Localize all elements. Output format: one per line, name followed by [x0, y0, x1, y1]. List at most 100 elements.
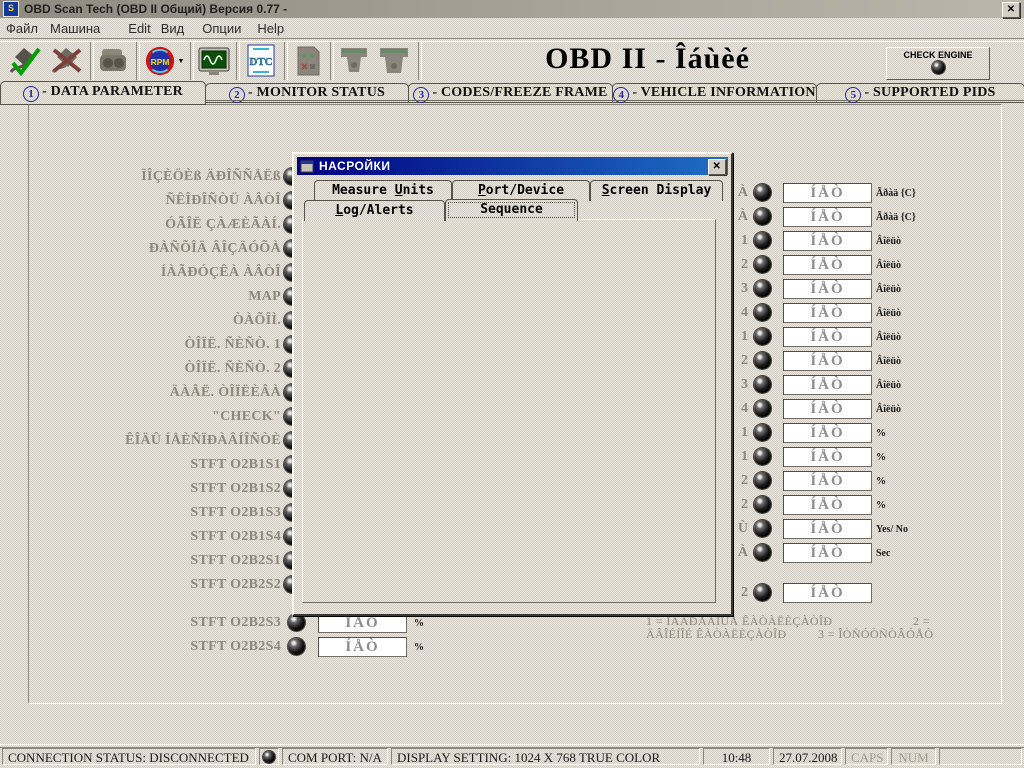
- main-tab-1[interactable]: 1- DATA PARAMETER: [0, 81, 206, 105]
- param-value-box: ÍÅÒ: [783, 183, 872, 203]
- param-unit: Âîëüò: [876, 332, 901, 343]
- connect-button[interactable]: [4, 42, 46, 80]
- rpm-dropdown-arrow[interactable]: ▼: [178, 57, 185, 65]
- status-date: 27.07.2008: [773, 748, 842, 765]
- param-led-icon: [754, 544, 771, 561]
- connection-led-icon: [263, 751, 275, 763]
- param-label: STFT O2B2S4: [30, 639, 281, 655]
- param-value-box: ÍÅÒ: [783, 519, 872, 539]
- param-unit: Ãðàä {C}: [876, 212, 916, 223]
- connector-a-icon: [337, 44, 371, 78]
- menu-item-5[interactable]: Опции: [202, 18, 241, 39]
- record-button[interactable]: [94, 42, 134, 80]
- window-close-button[interactable]: ✕: [1002, 2, 1020, 18]
- param-led-icon: [754, 496, 771, 513]
- tab-port-device[interactable]: Port/Device: [452, 180, 590, 201]
- dialog-title: НАСРОЙКИ: [319, 159, 390, 173]
- param-label: ÑÊÎÐÎÑÒÜ ÀÂÒÎ: [30, 193, 281, 209]
- dialog-close-button[interactable]: ✕: [708, 159, 726, 175]
- param-label: STFT O2B2S1: [30, 553, 281, 569]
- menu-item-6[interactable]: Help: [257, 18, 284, 39]
- param-value-box: ÍÅÒ: [783, 471, 872, 491]
- tab-label: - VEHICLE INFORMATION: [632, 85, 815, 100]
- chip-card-button[interactable]: [288, 42, 328, 80]
- param-led-icon: [754, 376, 771, 393]
- menu-bar: Файл Машина Edit Вид Опции Help: [0, 18, 1024, 38]
- menu-item-4[interactable]: Вид: [161, 18, 185, 39]
- disconnect-button[interactable]: [46, 42, 88, 80]
- param-unit: Âîëüò: [876, 236, 901, 247]
- menu-item-3[interactable]: Edit: [128, 18, 150, 39]
- dtc-button[interactable]: DTC: [240, 42, 282, 80]
- svg-text:RPM: RPM: [150, 57, 169, 67]
- param-value-box: ÍÅÒ: [783, 423, 872, 443]
- connector-b-button[interactable]: [374, 42, 414, 80]
- tab-label: - CODES/FREEZE FRAME: [432, 85, 607, 100]
- tab-number-icon: 1: [23, 86, 39, 102]
- dialog-titlebar[interactable]: НАСРОЙКИ ✕: [297, 157, 728, 175]
- param-value-box: ÍÅÒ: [783, 447, 872, 467]
- param-unit: Âîëüò: [876, 308, 901, 319]
- menu-item-2[interactable]: Машина: [50, 18, 100, 39]
- tab-screen-display[interactable]: Screen Display: [590, 180, 723, 201]
- connector-a-button[interactable]: [334, 42, 374, 80]
- param-label: MAP: [30, 289, 281, 305]
- connector-b-icon: [377, 44, 411, 78]
- check-engine-label: CHECK ENGINE: [887, 50, 989, 60]
- param-led-icon: [754, 472, 771, 489]
- chip-card-icon: [292, 44, 324, 78]
- tab-label: - SUPPORTED PIDS: [864, 85, 995, 100]
- tab-measure-units[interactable]: Measure Units: [314, 180, 452, 201]
- param-label: STFT O2B2S3: [30, 615, 281, 631]
- status-com-port: COM PORT: N/A: [282, 748, 388, 765]
- settings-dialog: НАСРОЙКИ ✕ Measure Units Port/Device Scr…: [292, 152, 733, 616]
- param-value-box: ÍÅÒ: [783, 351, 872, 371]
- param-led-icon: [754, 448, 771, 465]
- record-icon: [97, 45, 131, 77]
- param-label: STFT O2B1S1: [30, 457, 281, 473]
- param-value-box: ÍÅÒ: [318, 637, 407, 657]
- oscilloscope-button[interactable]: [194, 42, 234, 80]
- param-unit: %: [876, 500, 886, 511]
- param-value-box: ÍÅÒ: [783, 375, 872, 395]
- param-label: ÊÎÄÛ ÍÅÈÑÏÐÀÂÍÎÑÒÈ: [30, 433, 281, 449]
- param-label: STFT O2B1S2: [30, 481, 281, 497]
- param-unit: Sec: [876, 548, 890, 559]
- param-label: STFT O2B2S2: [30, 577, 281, 593]
- tab-label: - DATA PARAMETER: [42, 84, 183, 99]
- param-led-icon: [288, 614, 305, 631]
- param-label: ÓÃÎË ÇÀÆÈÃÀÍ.: [30, 217, 281, 233]
- param-unit: Yes/ No: [876, 524, 908, 535]
- check-engine-indicator: CHECK ENGINE: [886, 47, 990, 80]
- param-value-box: ÍÅÒ: [783, 543, 872, 563]
- oscilloscope-icon: [196, 44, 232, 78]
- param-label: STFT O2B1S3: [30, 505, 281, 521]
- param-value-box: ÍÅÒ: [783, 279, 872, 299]
- rpm-button[interactable]: RPM ▼: [140, 42, 188, 80]
- param-label: ÒÎÏË. ÑÈÑÒ. 1: [30, 337, 281, 353]
- param-unit: %: [876, 428, 886, 439]
- tab-sequence[interactable]: Sequence: [445, 199, 578, 221]
- tab-log-alerts[interactable]: Log/Alerts: [304, 200, 445, 221]
- param-led-icon: [754, 256, 771, 273]
- param-unit: %: [876, 476, 886, 487]
- param-led-icon: [754, 280, 771, 297]
- toolbar-separator: [418, 42, 422, 80]
- window-title: OBD Scan Tech (OBD II Общий) Версия 0.77…: [24, 2, 287, 16]
- rpm-icon: RPM: [144, 45, 176, 77]
- menu-item-1[interactable]: Файл: [6, 18, 38, 39]
- param-unit: Âîëüò: [876, 404, 901, 415]
- param-value-box: ÍÅÒ: [783, 327, 872, 347]
- param-value-box: ÍÅÒ: [783, 231, 872, 251]
- param-label: "CHECK": [30, 409, 281, 425]
- param-led-icon: [754, 304, 771, 321]
- status-connection: CONNECTION STATUS: DISCONNECTED: [2, 748, 256, 765]
- status-time: 10:48: [703, 748, 770, 765]
- status-num: NUM: [891, 748, 936, 765]
- window-titlebar[interactable]: S OBD Scan Tech (OBD II Общий) Версия 0.…: [0, 0, 1024, 18]
- param-unit: %: [414, 642, 424, 653]
- param-led-icon: [754, 584, 771, 601]
- param-led-icon: [754, 352, 771, 369]
- sequence-tab-page: [302, 219, 716, 603]
- param-led-icon: [288, 638, 305, 655]
